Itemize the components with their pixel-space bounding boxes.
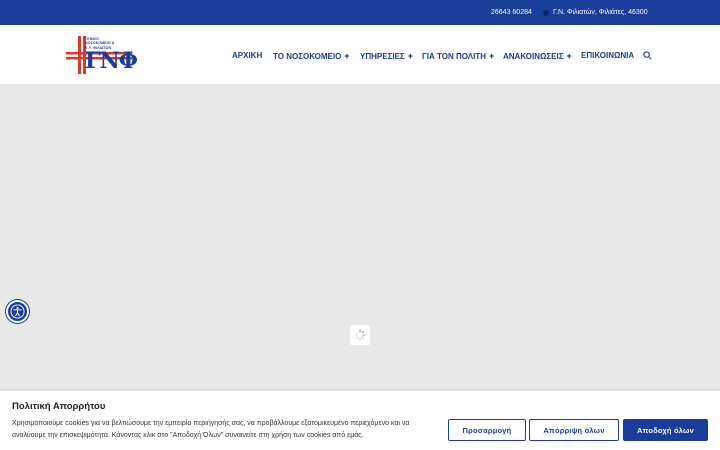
spinner-icon <box>354 329 366 341</box>
nav-home[interactable]: ΑΡΧΙΚΗ <box>232 51 262 60</box>
accessibility-icon <box>10 304 25 319</box>
nav-announcements[interactable]: ΑΝΑΚΟΙΝΩΣΕΙΣ + <box>503 51 572 61</box>
site-header: ΓΕΝΙΚΟ ΝΟΣΟΚΟΜΕΙΟ & Κ.Υ. ΦΙΛΙΑΤΩΝ ΓΝΦ ΑΡ… <box>0 25 720 85</box>
nav-citizen[interactable]: ΓΙΑ ΤΟΝ ΠΟΛΙΤΗ + <box>422 51 494 61</box>
nav-contact[interactable]: ΕΠΙΚΟΙΝΩΝΙΑ <box>581 51 634 60</box>
address-text: Γ.Ν. Φιλιατών, Φιλιάτες, 46300 <box>553 9 648 16</box>
plus-icon: + <box>489 51 495 61</box>
nav-label: ΑΡΧΙΚΗ <box>232 51 263 60</box>
cookie-title: Πολιτική Απορρήτου <box>12 401 106 412</box>
top-info-bar: 26643 60284 Γ.Ν. Φιλιατών, Φιλιάτες, 463… <box>0 0 720 25</box>
accept-all-button[interactable]: Αποδοχή όλων <box>623 419 708 441</box>
plus-icon: + <box>407 51 413 61</box>
cookie-text: Χρησιμοποιούμε cookies για να βελτιώσουμ… <box>12 420 410 439</box>
address: Γ.Ν. Φιλιατών, Φιλιάτες, 46300 <box>543 9 648 16</box>
nav-label: ΕΠΙΚΟΙΝΩΝΙΑ <box>581 51 635 60</box>
cookie-consent-banner: Πολιτική Απορρήτου Χρησιμοποιούμε cookie… <box>0 391 720 450</box>
main-navigation: ΑΡΧΙΚΗ ΤΟ ΝΟΣΟΚΟΜΕΙΟ + ΥΠΗΡΕΣΙΕΣ + ΓΙΑ ΤΟΝ ΠΟ… <box>0 51 720 61</box>
nav-label: ΥΠΗΡΕΣΙΕΣ <box>360 51 405 61</box>
loading-spinner <box>350 325 370 345</box>
plus-icon: + <box>566 51 572 61</box>
search-icon[interactable] <box>643 51 652 60</box>
nav-hospital[interactable]: ΤΟ ΝΟΣΟΚΟΜΕΙΟ + <box>273 51 350 61</box>
customize-button[interactable]: Προσαρμογή <box>448 419 526 441</box>
accessibility-button[interactable] <box>6 300 29 323</box>
location-pin-icon <box>543 9 549 16</box>
plus-icon: + <box>344 51 350 61</box>
nav-label: ΑΝΑΚΟΙΝΩΣΕΙΣ <box>503 51 564 61</box>
nav-label: ΤΟ ΝΟΣΟΚΟΜΕΙΟ <box>273 51 342 61</box>
phone-number[interactable]: 26643 60284 <box>491 9 532 16</box>
nav-label: ΓΙΑ ΤΟΝ ΠΟΛΙΤΗ <box>422 51 487 61</box>
nav-services[interactable]: ΥΠΗΡΕΣΙΕΣ + <box>360 51 413 61</box>
reject-all-button[interactable]: Απόρριψη όλων <box>529 419 619 441</box>
